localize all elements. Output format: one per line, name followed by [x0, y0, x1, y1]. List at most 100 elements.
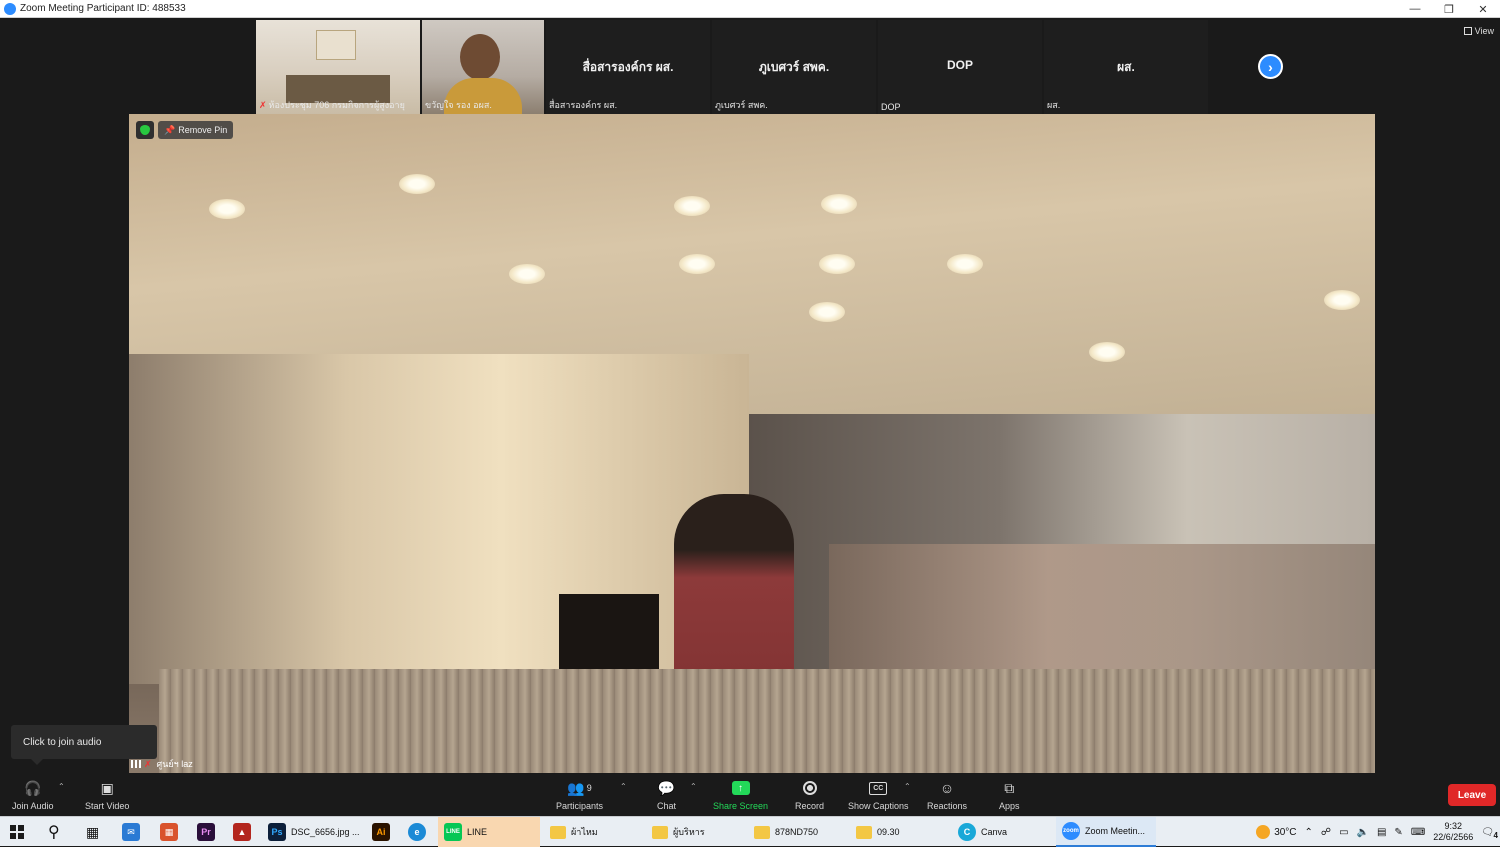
ceiling-light [1324, 290, 1360, 310]
remove-pin-button[interactable]: 📌 Remove Pin [158, 121, 234, 139]
weather-temp: 30°C [1274, 826, 1297, 838]
join-audio-button[interactable]: 🎧 Join Audio [12, 778, 54, 812]
participants-icon: 👥 [567, 779, 585, 796]
show-captions-button[interactable]: CC Show Captions [848, 778, 909, 811]
ceiling-light [819, 254, 855, 274]
taskbar-line[interactable]: LINE LINE [438, 817, 540, 847]
captions-options-caret[interactable]: ⌃ [904, 782, 911, 791]
apps-label: Apps [999, 801, 1020, 811]
next-page-button[interactable]: › [1258, 54, 1283, 79]
start-video-button[interactable]: ▣ Start Video [85, 778, 129, 812]
captions-icon: CC [869, 781, 888, 795]
grid-icon [1463, 27, 1472, 35]
folder-icon [550, 825, 566, 839]
person-head [460, 34, 500, 80]
apps-icon: ⧉ [1004, 779, 1015, 796]
pen-icon[interactable]: ✎ [1394, 827, 1402, 838]
taskbar-folder[interactable]: ผ้าไหม [544, 817, 642, 847]
sun-icon [1256, 825, 1271, 839]
taskbar-folder[interactable]: 878ND750 [748, 817, 846, 847]
view-button[interactable]: View [1463, 26, 1494, 36]
chat-bubble-icon: 💬 [657, 779, 676, 796]
ceiling-light [509, 264, 545, 284]
participant-center-label: สื่อสารองค์กร ผส. [582, 60, 674, 74]
share-screen-button[interactable]: ↑ Share Screen [713, 778, 768, 811]
taskbar-zoom[interactable]: zoom Zoom Meetin... [1056, 817, 1156, 847]
illustrator-app[interactable]: Ai [372, 817, 390, 847]
keyboard-icon[interactable]: ⌨ [1411, 827, 1425, 838]
ceiling-light [209, 199, 245, 219]
main-video[interactable]: 📌 Remove Pin ✗ ศูนย์ฯ laz [129, 114, 1375, 773]
chat-options-caret[interactable]: ⌃ [690, 782, 697, 791]
restore-button[interactable]: ❐ [1432, 0, 1466, 18]
notification-count: 4 [1493, 830, 1498, 840]
headphones-icon: 🎧 [24, 779, 42, 796]
record-icon [802, 781, 817, 795]
display-icon[interactable]: ▭ [1339, 827, 1348, 838]
thumbnail-name-only[interactable]: DOP DOP [878, 20, 1042, 114]
zoom-logo-icon [4, 2, 16, 15]
task-view-icon[interactable]: ▦ [86, 817, 99, 847]
mic-muted-icon: ✗ [144, 758, 152, 769]
apps-button[interactable]: ⧉ Apps [999, 778, 1020, 812]
participants-button[interactable]: 👥 9 Participants [556, 778, 603, 812]
participant-name: DOP [881, 102, 901, 112]
taskbar-app-label: 878ND750 [775, 827, 819, 837]
participant-name: ผส. [1047, 100, 1061, 110]
edge-app[interactable]: e [408, 817, 426, 847]
network-icon[interactable]: ☍ [1321, 827, 1331, 838]
thumbnail-name-only[interactable]: สื่อสารองค์กร ผส. สื่อสารองค์กร ผส. [546, 20, 710, 114]
mail-app[interactable]: ✉ [122, 817, 140, 847]
photos-app[interactable]: ▦ [160, 817, 178, 847]
chevron-up-icon[interactable]: ⌃ [1305, 827, 1313, 838]
line-icon: LINE [444, 823, 462, 841]
clock[interactable]: 9:32 22/6/2566 [1433, 821, 1473, 843]
windows-taskbar: ⚲ ▦ ✉ ▦ Pr ▲ Ps DSC_6656.jpg ... Ai e LI… [0, 816, 1500, 847]
signal-strength-icon [131, 760, 141, 768]
show-captions-label: Show Captions [848, 801, 909, 811]
taskbar-app-label: DSC_6656.jpg ... [291, 827, 360, 837]
start-button[interactable] [10, 817, 24, 847]
participant-name: สื่อสารองค์กร ผส. [549, 100, 618, 110]
audio-options-caret[interactable]: ⌃ [58, 782, 65, 791]
search-icon[interactable]: ⚲ [48, 817, 60, 847]
taskbar-app-label: 09.30 [877, 827, 900, 837]
taskbar-app-label: LINE [467, 827, 488, 837]
notification-button[interactable]: 🗨 4 [1481, 827, 1498, 840]
taskbar-canva[interactable]: C Canva [952, 817, 1052, 847]
taskbar-folder[interactable]: ผู้บริหาร [646, 817, 744, 847]
clock-time: 9:32 [1444, 821, 1463, 831]
share-screen-label: Share Screen [713, 801, 769, 811]
acrobat-icon: ▲ [233, 823, 251, 841]
participant-center-label: DOP [946, 58, 973, 72]
participants-count: 9 [586, 783, 592, 793]
participants-options-caret[interactable]: ⌃ [620, 782, 627, 791]
leave-button[interactable]: Leave [1448, 784, 1496, 806]
encryption-shield-icon[interactable] [136, 121, 154, 139]
taskbar-photoshop[interactable]: Ps DSC_6656.jpg ... [262, 817, 366, 847]
mic-muted-icon: ✗ [259, 100, 267, 110]
pin-icon: 📌 [164, 124, 176, 135]
minimize-button[interactable]: — [1398, 0, 1432, 18]
volume-icon[interactable]: 🔈 [1357, 827, 1369, 838]
weather-widget[interactable]: 30°C [1256, 825, 1297, 839]
close-button[interactable]: ✕ [1466, 0, 1500, 18]
acrobat-app[interactable]: ▲ [233, 817, 251, 847]
premiere-app[interactable]: Pr [197, 817, 215, 847]
meeting-area: ✗ ห้องประชุม 706 กรมกิจการผู้สูงอายุ ขวัญ… [0, 18, 1500, 774]
ceiling-light [1089, 342, 1125, 362]
reactions-button[interactable]: ☺ Reactions [927, 778, 967, 811]
taskbar-app-label: ผ้าไหม [571, 827, 598, 837]
taskbar-folder[interactable]: 09.30 [850, 817, 948, 847]
language-icon[interactable]: ▤ [1377, 827, 1386, 838]
windows-logo-icon [10, 825, 24, 839]
participant-name: ห้องประชุม 706 กรมกิจการผู้สูงอายุ [268, 100, 405, 110]
thumbnail-name-only[interactable]: ภูเบศวร์ สพค. ภูเบศวร์ สพค. [712, 20, 876, 114]
thumbnail-name-only[interactable]: ผส. ผส. [1044, 20, 1208, 114]
chat-button[interactable]: 💬 Chat [657, 778, 676, 812]
thumbnail-strip: ✗ ห้องประชุม 706 กรมกิจการผู้สูงอายุ ขวัญ… [256, 20, 1208, 114]
record-button[interactable]: Record [795, 778, 824, 811]
video-table [159, 669, 1375, 773]
thumbnail-person[interactable]: ขวัญใจ รอง อผส. [422, 20, 544, 114]
thumbnail-room[interactable]: ✗ ห้องประชุม 706 กรมกิจการผู้สูงอายุ [256, 20, 420, 114]
